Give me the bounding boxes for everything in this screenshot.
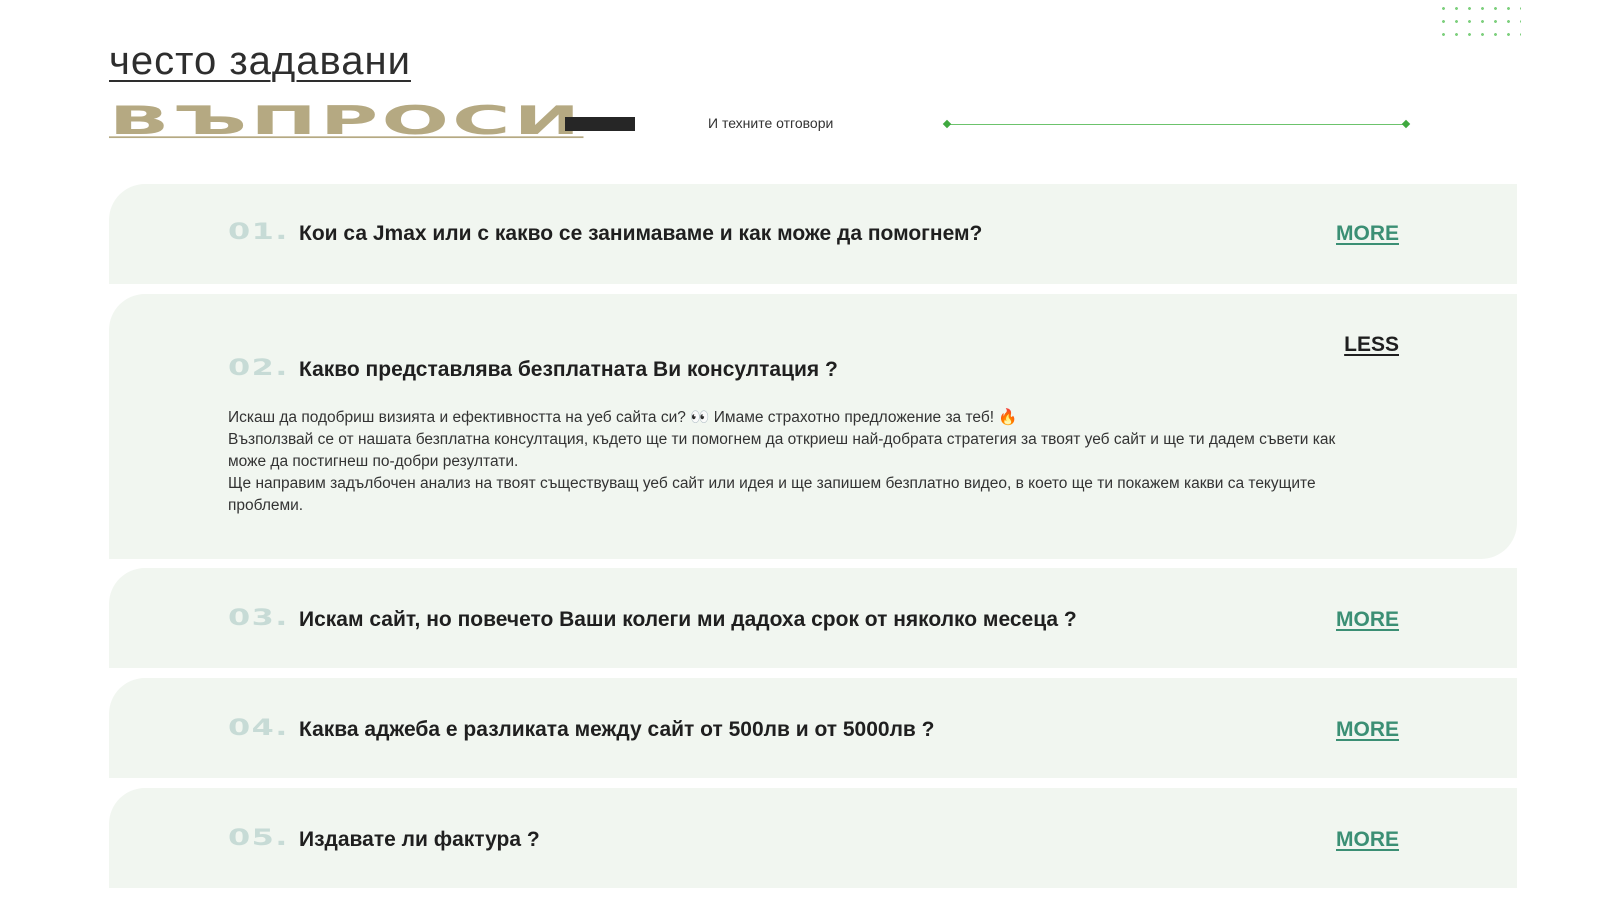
faq-item-3[interactable]: 03. Искам сайт, но повечето Ваши колеги … <box>109 568 1517 668</box>
faq-number: 05. <box>228 826 289 851</box>
more-button[interactable]: MORE <box>1336 608 1399 632</box>
faq-item-2[interactable]: LESS 02. Какво представлява безплатната … <box>109 294 1517 559</box>
less-button[interactable]: LESS <box>1344 333 1399 357</box>
faq-question[interactable]: Издавате ли фактура ? <box>299 828 540 852</box>
line-end-diamond <box>1401 119 1411 129</box>
more-button[interactable]: MORE <box>1336 718 1399 742</box>
more-button[interactable]: MORE <box>1336 222 1399 246</box>
section-title-line1: често задавани <box>109 39 411 83</box>
faq-question[interactable]: Какво представлява безплатната Ви консул… <box>299 358 838 382</box>
faq-number: 02. <box>228 356 289 381</box>
answer-paragraph: Искаш да подобриш визията и ефективностт… <box>228 409 1018 426</box>
section-subtitle: И техните отговори <box>708 115 834 131</box>
faq-item-1[interactable]: 01. Кои са Jmax или с какво се занимавам… <box>109 184 1517 284</box>
faq-number: 03. <box>228 606 289 631</box>
faq-item-5[interactable]: 05. Издавате ли фактура ? MORE <box>109 788 1517 888</box>
section-title-line2: въпроси <box>109 96 584 144</box>
faq-number: 01. <box>228 220 289 245</box>
faq-question[interactable]: Каква аджеба е разликата между сайт от 5… <box>299 718 935 742</box>
faq-item-4[interactable]: 04. Каква аджеба е разликата между сайт … <box>109 678 1517 778</box>
answer-paragraph: Ще направим задълбочен анализ на твоят с… <box>228 475 1316 514</box>
line-start-diamond <box>942 119 952 129</box>
answer-paragraph: Възползвай се от нашата безплатна консул… <box>228 431 1336 470</box>
decorative-line <box>947 124 1407 125</box>
faq-answer: Искаш да подобриш визията и ефективностт… <box>228 407 1338 517</box>
title-accent-bar <box>565 117 635 131</box>
decorative-dot-grid <box>1437 2 1521 36</box>
more-button[interactable]: MORE <box>1336 828 1399 852</box>
faq-question[interactable]: Кои са Jmax или с какво се занимаваме и … <box>299 222 982 246</box>
faq-number: 04. <box>228 716 289 741</box>
faq-question[interactable]: Искам сайт, но повечето Ваши колеги ми д… <box>299 608 1077 632</box>
